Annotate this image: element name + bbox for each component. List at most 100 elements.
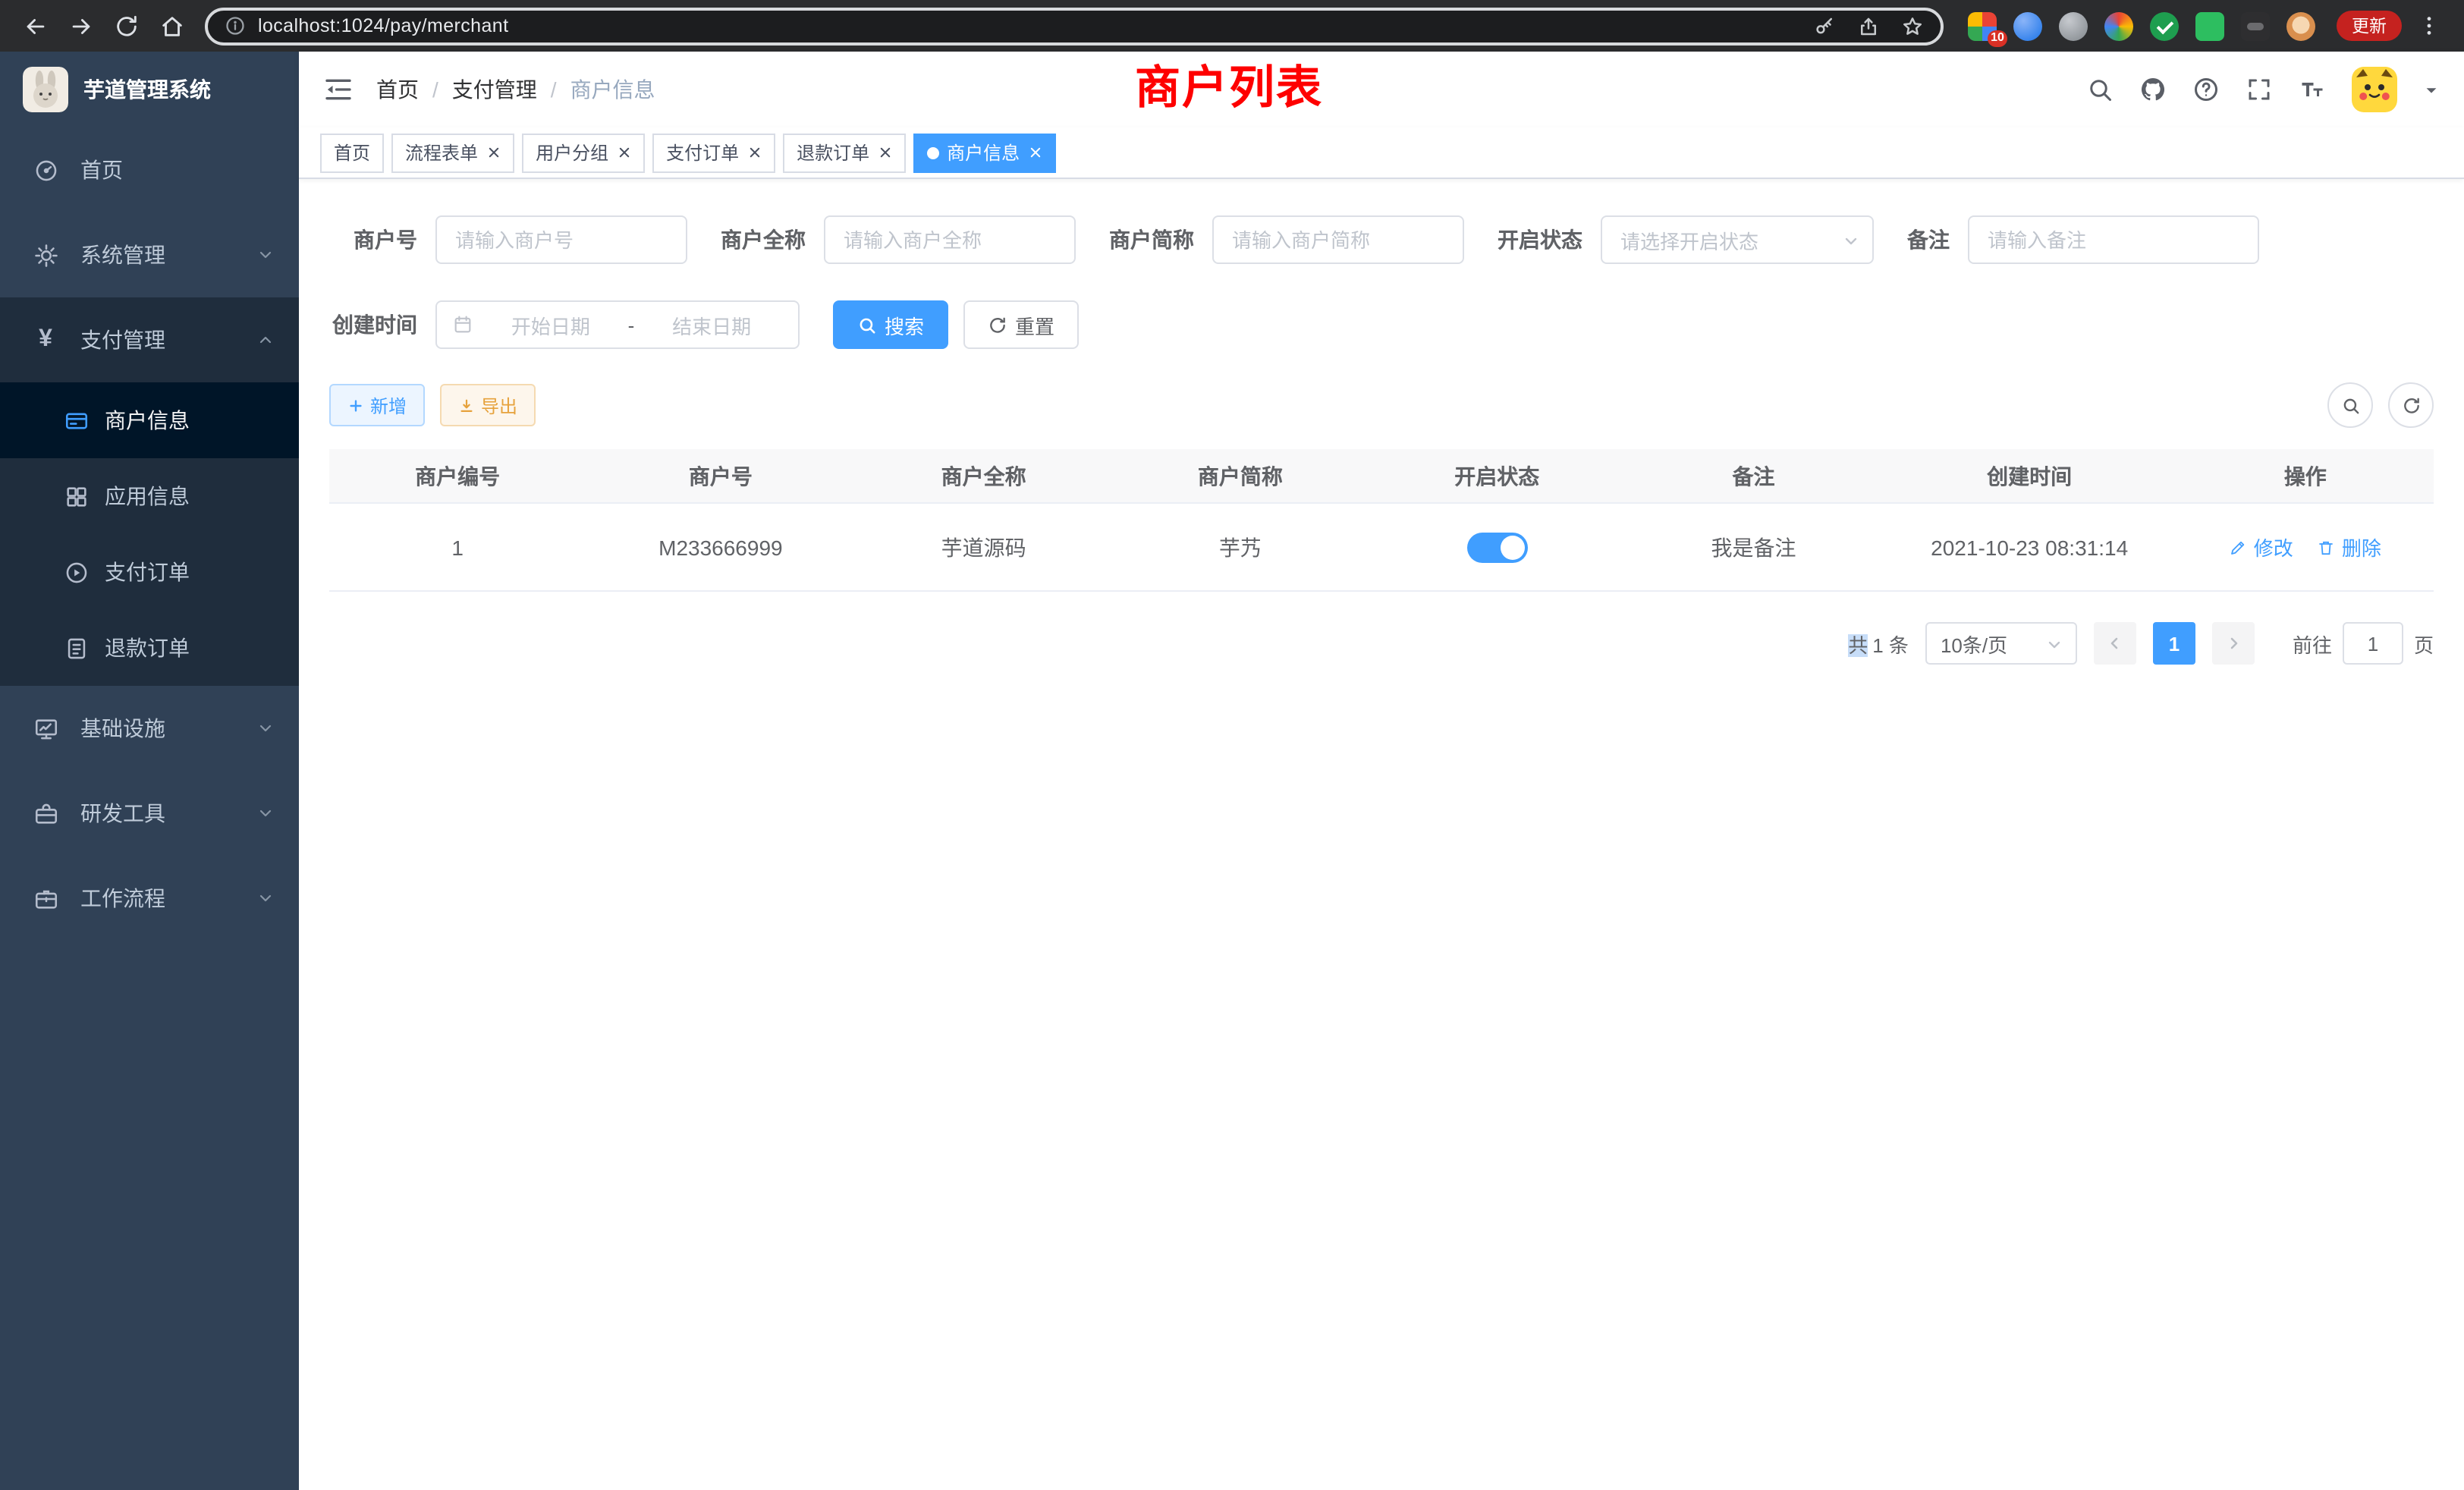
reset-button-label: 重置 (1015, 310, 1054, 339)
browser-menu-icon[interactable] (2417, 14, 2441, 38)
page-size-select[interactable]: 10条/页 (1925, 622, 2077, 665)
refresh-table-button[interactable] (2388, 382, 2434, 428)
page-number-1[interactable]: 1 (2153, 622, 2195, 665)
chevron-down-icon (1842, 232, 1860, 250)
tab-label: 流程表单 (405, 140, 478, 165)
extension-gray-icon[interactable] (2059, 11, 2088, 40)
url-text[interactable]: localhost:1024/pay/merchant (258, 15, 1801, 36)
search-icon[interactable] (2086, 76, 2114, 103)
add-button[interactable]: 新增 (329, 384, 425, 426)
close-icon[interactable] (1029, 146, 1042, 159)
extension-green-check-icon[interactable] (2150, 11, 2179, 40)
merchant-no-input[interactable] (435, 215, 687, 264)
breadcrumb-payment[interactable]: 支付管理 (452, 74, 537, 105)
tab-label: 退款订单 (797, 140, 869, 165)
app-logo[interactable]: 芋道管理系统 (0, 52, 299, 127)
sidebar-toggle-icon[interactable] (323, 74, 354, 105)
pagination: 共1 条 10条/页 1 前往 页 (329, 622, 2434, 665)
filter-merchant-name: 商户全称 (721, 215, 1076, 264)
cell-merchant-short-name: 芋艿 (1112, 504, 1369, 592)
sidebar-item-workflow[interactable]: 工作流程 (0, 856, 299, 941)
github-icon[interactable] (2139, 76, 2167, 103)
sidebar-item-merchant-info[interactable]: 商户信息 (0, 382, 299, 458)
sidebar-item-infrastructure[interactable]: 基础设施 (0, 686, 299, 771)
delete-link[interactable]: 删除 (2318, 533, 2381, 561)
close-icon[interactable] (487, 146, 501, 159)
sidebar-item-payment[interactable]: ¥ 支付管理 (0, 297, 299, 382)
tab-pay-order[interactable]: 支付订单 (652, 133, 775, 172)
tab-home[interactable]: 首页 (320, 133, 384, 172)
tab-user-group[interactable]: 用户分组 (522, 133, 645, 172)
home-icon[interactable] (152, 5, 193, 46)
sidebar-item-home[interactable]: 首页 (0, 127, 299, 212)
merchant-short-label: 商户简称 (1109, 225, 1194, 255)
tab-merchant-info[interactable]: 商户信息 (913, 133, 1056, 172)
prev-page-button[interactable] (2094, 622, 2136, 665)
browser-update-button[interactable]: 更新 (2337, 11, 2402, 41)
url-bar[interactable]: localhost:1024/pay/merchant (205, 7, 1944, 45)
filter-remark: 备注 (1907, 215, 2259, 264)
fullscreen-icon[interactable] (2246, 76, 2273, 103)
toggle-search-button[interactable] (2327, 382, 2373, 428)
extension-blue-icon[interactable] (2013, 11, 2042, 40)
extension-rainbow-icon[interactable] (2104, 11, 2133, 40)
search-button-label: 搜索 (885, 310, 924, 339)
reload-icon[interactable] (106, 5, 147, 46)
status-toggle[interactable] (1466, 532, 1527, 562)
page-info-icon[interactable] (225, 15, 246, 36)
refund-doc-icon (61, 635, 91, 661)
end-date-input[interactable]: 结束日期 (640, 310, 783, 339)
merchant-short-input[interactable] (1212, 215, 1464, 264)
export-button[interactable]: 导出 (440, 384, 536, 426)
rabbit-logo-icon (23, 67, 68, 112)
merchant-name-input[interactable] (824, 215, 1076, 264)
cell-actions: 修改 删除 (2177, 504, 2434, 592)
close-icon[interactable] (878, 146, 892, 159)
sidebar-item-refund-order[interactable]: 退款订单 (0, 610, 299, 686)
calendar-icon (452, 314, 473, 335)
extension-hamster-icon[interactable] (2286, 11, 2315, 40)
tab-refund-order[interactable]: 退款订单 (783, 133, 906, 172)
sidebar-item-label: 基础设施 (80, 713, 256, 743)
status-label: 开启状态 (1498, 225, 1582, 255)
tab-label: 首页 (334, 140, 370, 165)
search-button[interactable]: 搜索 (833, 300, 948, 349)
screen: localhost:1024/pay/merchant 10 (0, 0, 2464, 1490)
caret-down-icon[interactable] (2423, 81, 2440, 98)
extension-dark-icon[interactable] (2241, 11, 2270, 40)
sidebar-item-system[interactable]: 系统管理 (0, 212, 299, 297)
share-icon[interactable] (1857, 14, 1880, 37)
tab-label: 用户分组 (536, 140, 608, 165)
reset-button[interactable]: 重置 (963, 300, 1079, 349)
remark-label: 备注 (1907, 225, 1950, 255)
next-page-button[interactable] (2212, 622, 2255, 665)
bookmark-star-icon[interactable] (1901, 14, 1924, 37)
status-select[interactable]: 请选择开启状态 (1601, 215, 1874, 264)
close-icon[interactable] (748, 146, 762, 159)
tab-process-form[interactable]: 流程表单 (391, 133, 514, 172)
sidebar-item-pay-order[interactable]: 支付订单 (0, 534, 299, 610)
column-header: 商户简称 (1112, 449, 1369, 504)
sidebar-item-label: 工作流程 (80, 883, 256, 913)
goto-page-input[interactable] (2343, 622, 2403, 665)
tags-view-bar: 首页 流程表单 用户分组 支付订单 退款订单 (299, 127, 2464, 179)
password-key-icon[interactable] (1813, 14, 1836, 37)
close-icon[interactable] (618, 146, 631, 159)
sidebar-item-devtools[interactable]: 研发工具 (0, 771, 299, 856)
create-time-label: 创建时间 (329, 310, 417, 340)
back-icon[interactable] (15, 5, 56, 46)
user-avatar[interactable] (2352, 67, 2397, 112)
date-range-picker[interactable]: 开始日期 - 结束日期 (435, 300, 800, 349)
breadcrumb-home[interactable]: 首页 (376, 74, 419, 105)
edit-link[interactable]: 修改 (2230, 533, 2293, 561)
font-size-icon[interactable] (2299, 76, 2326, 103)
remark-input[interactable] (1968, 215, 2259, 264)
start-date-input[interactable]: 开始日期 (479, 310, 622, 339)
extensions-puzzle-icon[interactable]: 10 (1968, 11, 1997, 40)
chevron-up-icon (256, 331, 275, 349)
sidebar-item-app-info[interactable]: 应用信息 (0, 458, 299, 534)
help-icon[interactable] (2192, 76, 2220, 103)
extension-green-note-icon[interactable] (2195, 11, 2224, 40)
forward-icon[interactable] (61, 5, 102, 46)
merchant-no-label: 商户号 (329, 225, 417, 255)
